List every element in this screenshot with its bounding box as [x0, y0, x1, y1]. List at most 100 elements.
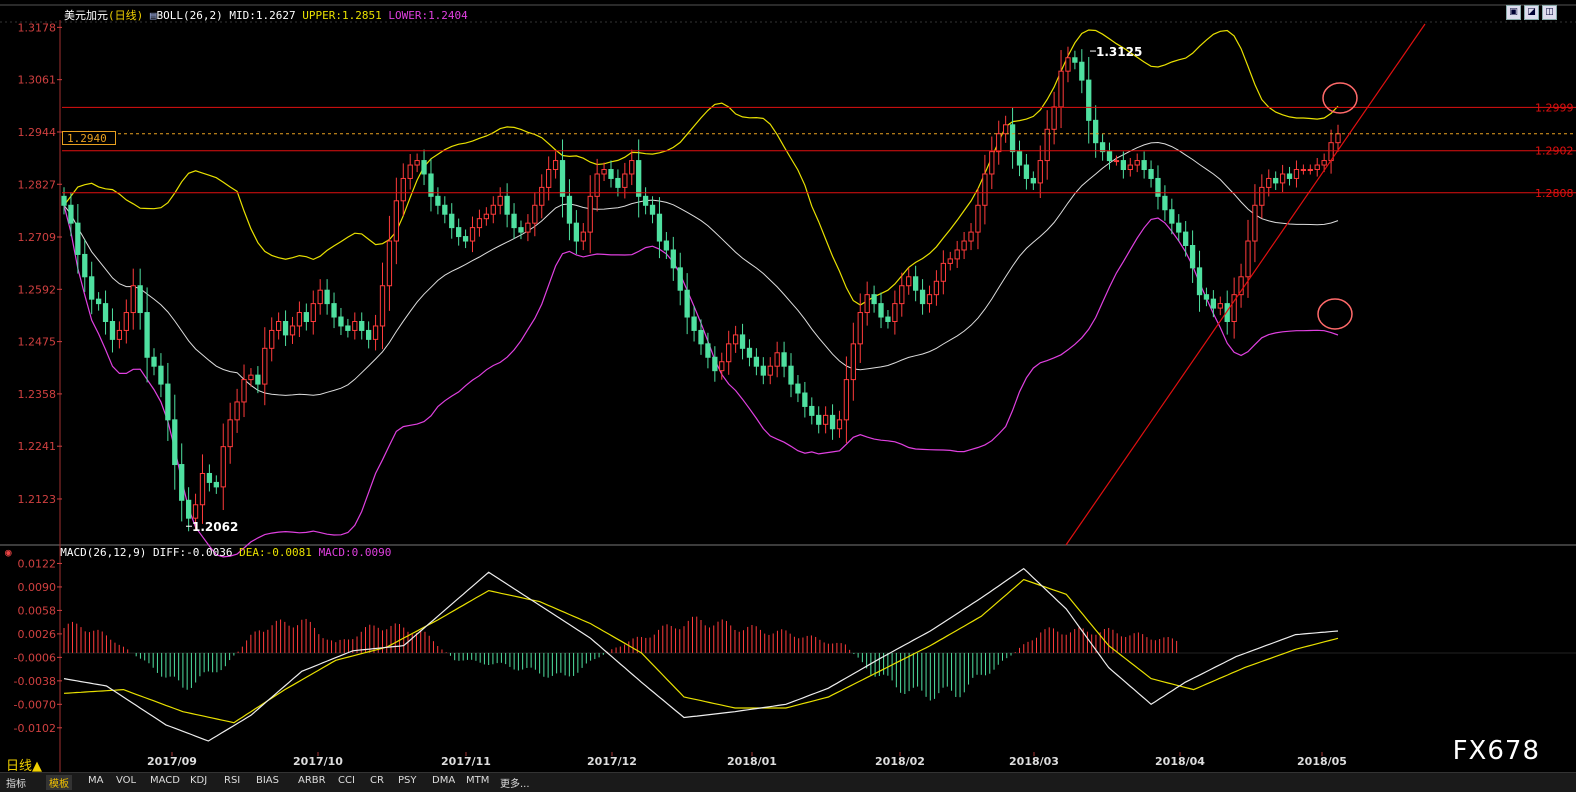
candle-body	[386, 240, 393, 287]
tab-indicators[interactable]: 指标	[6, 775, 26, 790]
candle-body	[199, 472, 206, 506]
tab-ma[interactable]: MA	[88, 775, 103, 786]
tab-templates[interactable]: 模板	[46, 775, 72, 790]
candle-body	[379, 285, 386, 327]
candle-body	[802, 392, 808, 407]
candle-body	[269, 329, 275, 349]
candle-body	[622, 173, 628, 188]
candle-body	[705, 343, 711, 358]
candle-body	[331, 303, 337, 318]
candle-body	[234, 401, 240, 421]
level-label: 1.2902	[1535, 145, 1574, 158]
chart-canvas: 1.2999 1.2902 1.2808 1.3178 1.3061 1.2944 1.2…	[0, 4, 1576, 772]
candle-body	[781, 352, 787, 367]
date-axis: 2017/09 2017/10 2017/11 2017/12 2018/01 2018/…	[147, 752, 1347, 768]
period-label[interactable]: (日线)	[108, 9, 143, 22]
candle-body	[850, 343, 856, 381]
candle-body	[1023, 164, 1030, 179]
candle-body	[1058, 70, 1064, 108]
candle-body	[1127, 164, 1133, 171]
candle-body	[580, 231, 586, 242]
level-label: 1.2808	[1535, 187, 1574, 200]
candle-body	[1183, 231, 1189, 247]
candle-body	[338, 316, 344, 327]
candle-body	[317, 289, 323, 305]
macd-tick-label: -0.0006	[14, 651, 56, 664]
candle-body	[629, 160, 635, 175]
level-label: 1.2999	[1535, 101, 1574, 114]
tab-kdj[interactable]: KDJ	[190, 775, 207, 786]
candle-body	[1120, 160, 1127, 171]
candle-body	[1307, 169, 1313, 172]
tab-more[interactable]: 更多...	[500, 775, 530, 790]
candle-body	[1245, 240, 1251, 278]
candle-body	[102, 303, 109, 322]
macd-settings-icon[interactable]: ◉	[5, 546, 12, 559]
candle-body	[1037, 160, 1043, 184]
tab-psy[interactable]: PSY	[398, 775, 417, 786]
candle-body	[608, 169, 614, 179]
candle-body	[1051, 106, 1057, 130]
candle-body	[968, 231, 974, 242]
candle-body	[857, 312, 863, 345]
layout-window-button[interactable]: ◫	[1542, 5, 1557, 20]
tab-cci[interactable]: CCI	[338, 775, 355, 786]
candle-body	[185, 499, 192, 519]
candle-body	[262, 347, 268, 385]
candle-body	[587, 195, 593, 233]
candle-body	[449, 213, 455, 229]
candle-body	[393, 200, 399, 242]
candle-body	[497, 195, 503, 206]
candle-body	[109, 320, 116, 340]
candle-body	[296, 312, 303, 327]
candle-body	[947, 258, 953, 264]
tab-dma[interactable]: DMA	[432, 775, 455, 786]
candle-body	[456, 227, 462, 238]
boll-icon[interactable]: ▤	[150, 9, 157, 22]
candle-body	[532, 204, 538, 224]
candle-body	[469, 227, 476, 242]
annotations: 1.3125 1.2062	[186, 45, 1358, 534]
tab-cr[interactable]: CR	[370, 775, 384, 786]
candle-body	[1148, 169, 1154, 179]
restore-window-button[interactable]: ▣	[1506, 5, 1521, 20]
tab-arbr[interactable]: ARBR	[298, 775, 326, 786]
date-tick-label: 2017/10	[293, 755, 343, 768]
candle-body	[158, 365, 164, 385]
highlight-circle	[1322, 82, 1358, 114]
candle-body	[511, 213, 517, 229]
tab-vol[interactable]: VOL	[116, 775, 136, 786]
bollinger-bands	[63, 29, 1339, 558]
candle-body	[746, 347, 753, 358]
candle-body	[767, 365, 773, 376]
split-window-button[interactable]: ◪	[1524, 5, 1539, 20]
candle-body	[165, 383, 171, 421]
candle-body	[1155, 177, 1161, 197]
candle-body	[435, 195, 441, 206]
candle-body	[663, 240, 670, 251]
macd-dea-value: DEA:-0.0081	[239, 546, 312, 559]
boll-mid-value: MID:1.2627	[229, 9, 296, 22]
tab-rsi[interactable]: RSI	[224, 775, 240, 786]
candle-body	[1203, 294, 1210, 300]
candle-body	[400, 177, 406, 202]
candle-body	[476, 218, 483, 229]
candle-body	[1217, 303, 1223, 309]
candle-body	[656, 213, 663, 242]
candle-body	[179, 464, 185, 501]
candle-body	[1286, 173, 1293, 179]
candle-body	[1196, 267, 1203, 296]
tab-mtm[interactable]: MTM	[466, 775, 489, 786]
candle-body	[248, 374, 254, 381]
macd-header: ◉ MACD(26,12,9) DIFF:-0.0036 DEA:-0.0081…	[5, 546, 391, 559]
period-selector[interactable]: 日线▲	[0, 755, 60, 774]
candle-body	[414, 160, 420, 166]
candle-body	[795, 383, 801, 394]
candle-body	[899, 285, 905, 305]
tab-bias[interactable]: BIAS	[256, 775, 279, 786]
candle-body	[192, 504, 199, 519]
extreme-label: 1.2062	[192, 520, 238, 534]
candle-body	[566, 195, 573, 224]
tab-macd[interactable]: MACD	[150, 775, 180, 786]
candle-body	[1259, 186, 1265, 206]
